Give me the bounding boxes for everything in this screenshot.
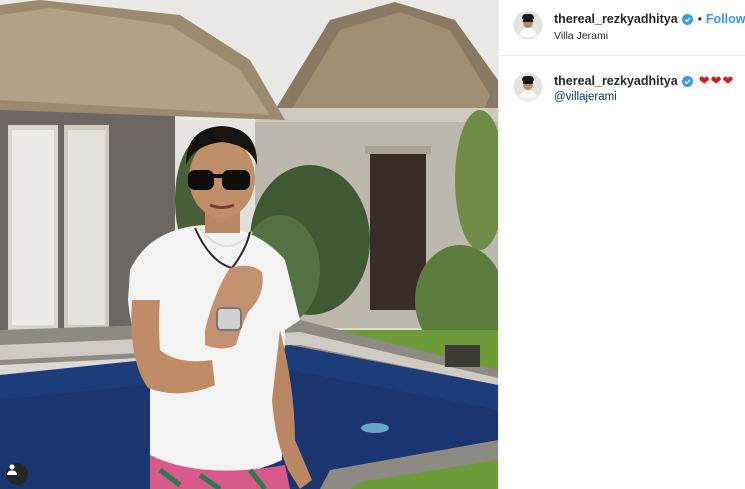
user-tag-icon <box>7 464 17 475</box>
caption-mention-link[interactable]: @villajerami <box>554 91 734 103</box>
caption-author-avatar[interactable] <box>514 73 542 101</box>
photo-scene <box>0 0 498 489</box>
follow-button[interactable]: Follow <box>706 12 745 26</box>
post-header: thereal_rezkyadhitya • Follow Villa Jera… <box>499 0 745 56</box>
caption-comment: thereal_rezkyadhitya ❤❤❤ @villajerami <box>499 56 745 103</box>
location-link[interactable]: Villa Jerami <box>554 30 745 42</box>
caption-username[interactable]: thereal_rezkyadhitya <box>554 74 678 88</box>
post-photo[interactable] <box>0 0 498 489</box>
author-avatar[interactable] <box>514 11 542 39</box>
author-username[interactable]: thereal_rezkyadhitya <box>554 12 678 26</box>
caption-heart-emoji: ❤❤❤ <box>698 73 735 88</box>
header-separator: • <box>697 12 702 26</box>
verified-badge-icon <box>681 13 693 25</box>
post-side-panel: thereal_rezkyadhitya • Follow Villa Jera… <box>498 0 745 489</box>
user-tag-button[interactable] <box>6 463 28 485</box>
verified-badge-icon <box>681 75 693 87</box>
